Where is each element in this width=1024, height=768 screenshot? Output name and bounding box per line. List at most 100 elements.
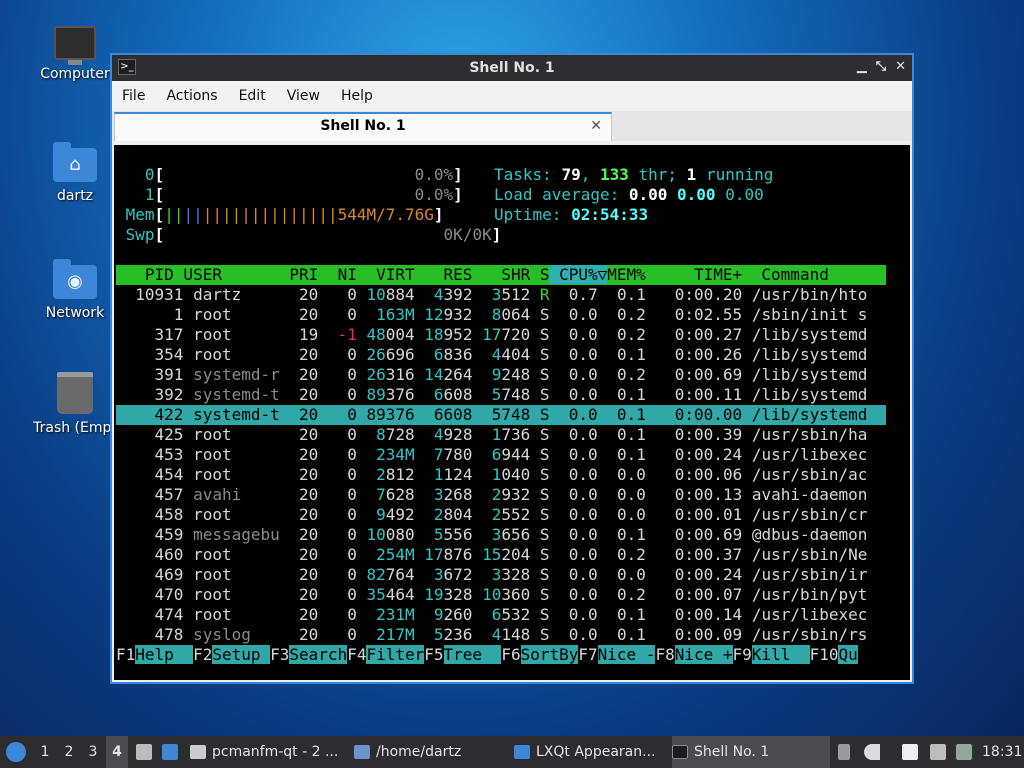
show-desktop-button[interactable] [134, 736, 154, 768]
fkey-label[interactable]: Qu [838, 645, 858, 664]
home-folder-icon: ⌂ [53, 142, 97, 182]
process-row[interactable]: 317 root 19 -1 48004 18952 17720 S 0.0 0… [116, 325, 868, 345]
fkey-label[interactable]: Help [135, 645, 194, 664]
column-header[interactable]: RES [415, 265, 473, 284]
menu-file[interactable]: File [122, 88, 145, 104]
process-row[interactable]: 354 root 20 0 26696 6836 4404 S 0.0 0.1 … [116, 345, 868, 365]
tab-shell-1[interactable]: Shell No. 1 ✕ [114, 112, 612, 141]
column-header[interactable]: USER [174, 265, 270, 284]
cell-shr: 3512 [472, 285, 531, 304]
fkey-f9: F9 [732, 645, 752, 664]
window-titlebar[interactable]: >_ Shell No. 1 ▁ ⤡ ✕ [112, 55, 912, 81]
menubar: File Actions Edit View Help [112, 81, 912, 111]
fkey-label[interactable]: Kill [751, 645, 810, 664]
taskbar-window-shell[interactable]: Shell No. 1 [672, 736, 830, 768]
network-status-icon[interactable] [930, 744, 946, 760]
cell-ni: 0 [318, 605, 357, 624]
fkey-label[interactable]: Tree [443, 645, 502, 664]
process-row[interactable]: 1 root 20 0 163M 12932 8064 S 0.0 0.2 0:… [116, 305, 868, 325]
taskbar-window-lxqt-appearance[interactable]: LXQt Appearan... [514, 736, 668, 768]
scroll-up-icon[interactable] [838, 744, 850, 760]
column-header[interactable]: NI [318, 265, 357, 284]
process-row[interactable]: 453 root 20 0 234M 7780 6944 S 0.0 0.1 0… [116, 445, 868, 465]
column-header[interactable]: PRI [270, 265, 318, 284]
terminal-area[interactable]: 0[ 0.0%] 1[ 0.0%] Mem[||||||||||||||||||… [114, 145, 910, 680]
column-header[interactable]: Command [742, 265, 828, 284]
process-row[interactable]: 425 root 20 0 8728 4928 1736 S 0.0 0.1 0… [116, 425, 868, 445]
menu-help[interactable]: Help [341, 88, 373, 104]
cell-virt: 89376 [356, 385, 415, 404]
tab-close-icon[interactable]: ✕ [590, 114, 602, 139]
column-header[interactable]: VIRT [357, 265, 415, 284]
cell-virt: 26316 [356, 365, 415, 384]
fkey-label[interactable]: Nice + [674, 645, 733, 664]
column-header[interactable]: MEM% [607, 265, 646, 284]
fkey-label[interactable]: SortBy [520, 645, 579, 664]
close-icon[interactable]: ✕ [895, 59, 906, 74]
cell-state: S [530, 525, 550, 544]
fkey-label[interactable]: Search [289, 645, 348, 664]
process-row[interactable]: 391 systemd-r 20 0 26316 14264 9248 S 0.… [116, 365, 868, 385]
process-row[interactable]: 460 root 20 0 254M 17876 15204 S 0.0 0.2… [116, 545, 868, 565]
process-row[interactable]: 478 syslog 20 0 217M 5236 4148 S 0.0 0.1… [116, 625, 868, 645]
column-header[interactable]: TIME+ [646, 265, 742, 284]
menu-view[interactable]: View [287, 88, 320, 104]
menu-edit[interactable]: Edit [239, 88, 266, 104]
process-row[interactable]: 457 avahi 20 0 7628 3268 2932 S 0.0 0.0 … [116, 485, 868, 505]
taskbar-window-pcmanfm[interactable]: pcmanfm-qt - 2 ... [190, 736, 350, 768]
column-header[interactable]: S [530, 265, 550, 284]
quicklaunch-desktop[interactable] [160, 736, 182, 768]
cell-cpu: 0.0 [549, 425, 598, 444]
start-menu-button[interactable] [6, 736, 28, 768]
cell-virt: 48004 [356, 325, 415, 344]
mem-meter: Mem[||||||||||||||||||544M/7.76G] [125, 205, 444, 224]
cell-res: 18952 [414, 325, 473, 344]
cell-state: S [530, 565, 550, 584]
process-table-header[interactable]: PID USER PRI NI VIRT RES SHR S CPU%▽MEM%… [116, 265, 886, 285]
cell-command: /usr/bin/hto [742, 285, 868, 304]
fkey-label[interactable]: Nice - [597, 645, 656, 664]
process-row[interactable]: 422 systemd-t 20 0 89376 6608 5748 S 0.0… [116, 405, 886, 425]
cell-virt: 35464 [356, 585, 415, 604]
cell-cpu: 0.0 [549, 545, 598, 564]
clock[interactable]: 18:31 [982, 736, 1022, 768]
process-row[interactable]: 392 systemd-t 20 0 89376 6608 5748 S 0.0… [116, 385, 868, 405]
desktop-switch-2[interactable]: 2 [58, 736, 80, 768]
process-row[interactable]: 10931 dartz 20 0 10884 4392 3512 R 0.7 0… [116, 285, 867, 305]
update-notifier-icon[interactable] [956, 744, 972, 760]
column-header[interactable]: SHR [472, 265, 530, 284]
cell-time: 0:00.20 [645, 285, 743, 304]
volume-icon[interactable] [864, 744, 880, 760]
process-row[interactable]: 454 root 20 0 2812 1124 1040 S 0.0 0.0 0… [116, 465, 868, 485]
cell-pid: 470 [116, 585, 184, 604]
column-header[interactable]: PID [116, 265, 174, 284]
cell-mem: 0.1 [597, 285, 646, 304]
desktop-switch-3[interactable]: 3 [82, 736, 104, 768]
cell-shr: 6532 [472, 605, 531, 624]
process-row[interactable]: 458 root 20 0 9492 2804 2552 S 0.0 0.0 0… [116, 505, 868, 525]
cell-pri: 20 [279, 565, 319, 584]
fkey-label[interactable]: Filter [366, 645, 425, 664]
cell-mem: 0.2 [597, 585, 646, 604]
process-row[interactable]: 474 root 20 0 231M 9260 6532 S 0.0 0.1 0… [116, 605, 868, 625]
process-row[interactable]: 459 messagebu 20 0 10080 5556 3656 S 0.0… [116, 525, 868, 545]
cell-mem: 0.0 [597, 505, 646, 524]
taskbar-window-home[interactable]: /home/dartz [354, 736, 514, 768]
fkey-label[interactable]: Setup [212, 645, 271, 664]
desktop-switch-1[interactable]: 1 [34, 736, 56, 768]
cell-state: S [530, 405, 550, 424]
desktop-switch-4[interactable]: 4 [106, 736, 128, 768]
appearance-icon [514, 745, 530, 759]
column-header[interactable]: CPU%▽ [549, 265, 608, 284]
cell-user: root [183, 325, 280, 344]
cell-state: S [530, 365, 550, 384]
minimize-icon[interactable]: ▁ [857, 59, 867, 74]
cell-state: S [530, 325, 550, 344]
clipboard-icon[interactable] [902, 744, 918, 760]
cell-res: 6608 [414, 405, 473, 424]
menu-actions[interactable]: Actions [166, 88, 217, 104]
cell-user: systemd-r [183, 365, 280, 384]
restore-icon[interactable]: ⤡ [876, 59, 886, 74]
process-row[interactable]: 470 root 20 0 35464 19328 10360 S 0.0 0.… [116, 585, 868, 605]
process-row[interactable]: 469 root 20 0 82764 3672 3328 S 0.0 0.0 … [116, 565, 868, 585]
